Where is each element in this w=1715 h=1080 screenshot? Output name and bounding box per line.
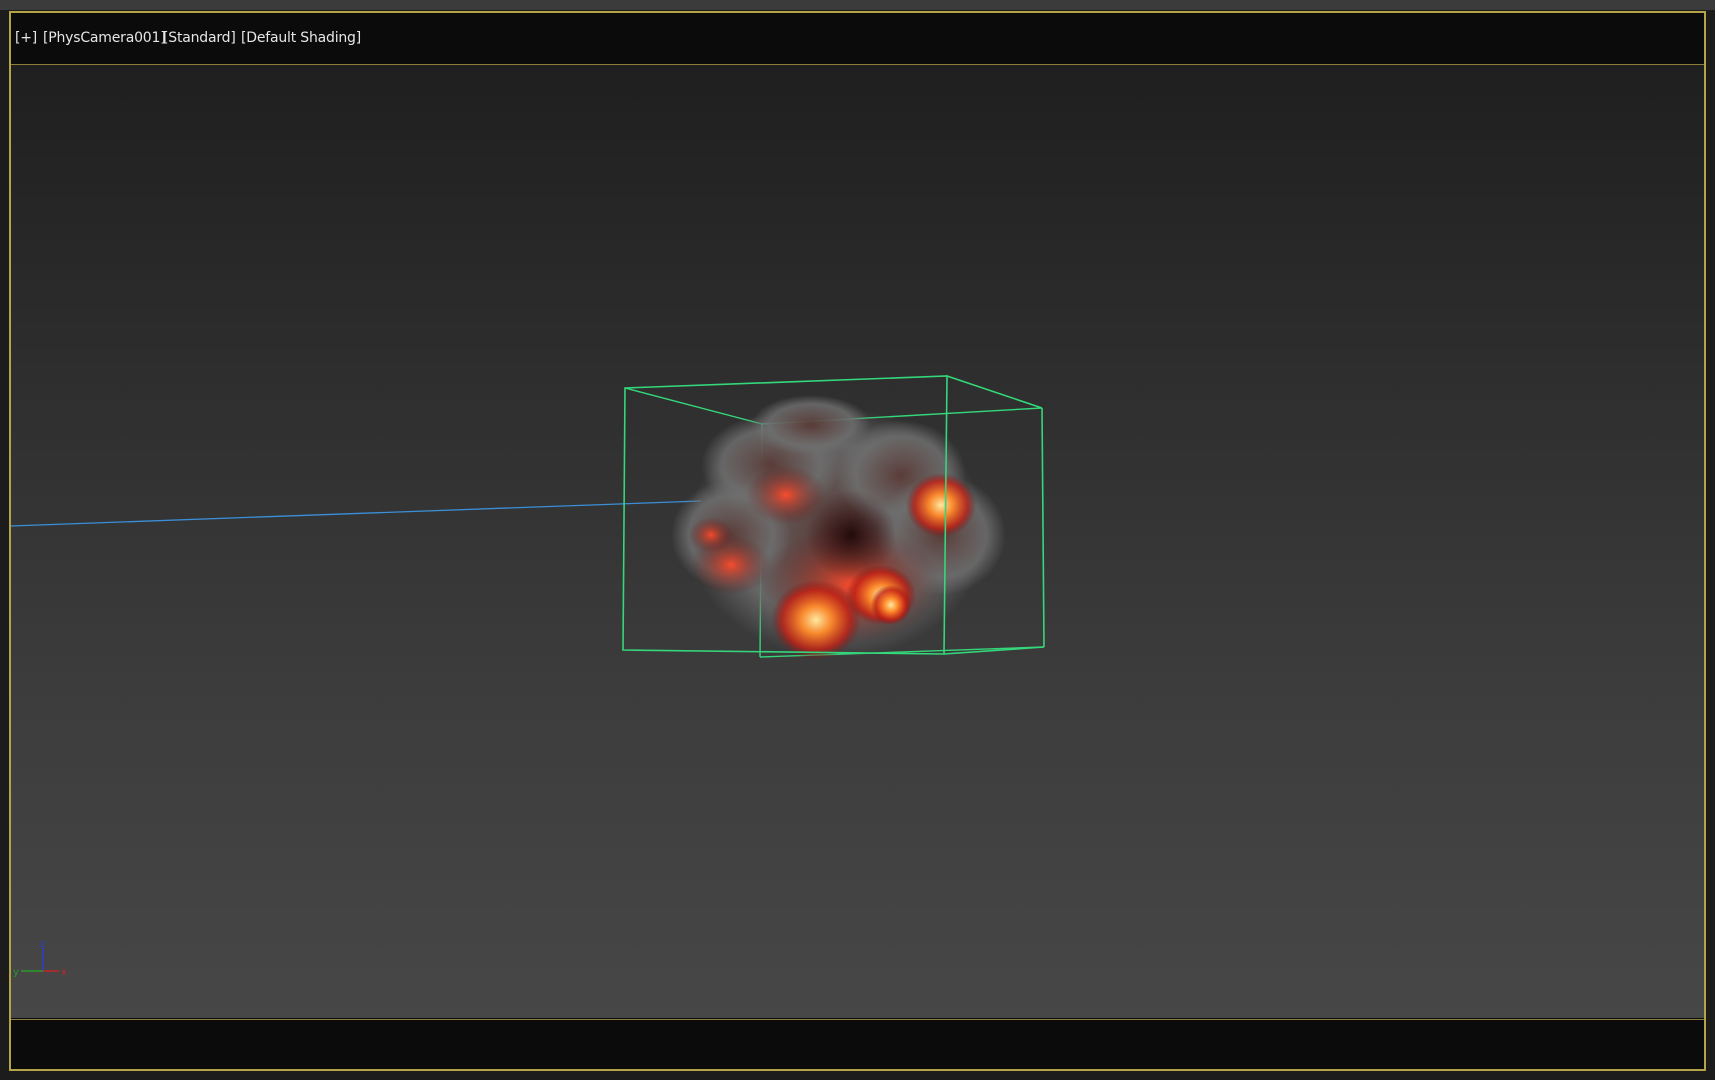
- scene-canvas: [11, 375, 1045, 660]
- axis-gizmo: z y x: [13, 939, 67, 978]
- viewport-menu-button[interactable]: [+]: [15, 30, 37, 46]
- viewport-scene[interactable]: [11, 65, 1704, 1018]
- x-axis-label: x: [61, 967, 67, 978]
- viewport-header: [+] [PhysCamera001] [Standard] [Default …: [11, 13, 1704, 65]
- camera-target-line: [11, 500, 702, 527]
- app-frame: [+] [PhysCamera001] [Standard] [Default …: [0, 0, 1715, 1080]
- viewport-camera-label[interactable]: [PhysCamera001]: [43, 30, 166, 46]
- viewport-active[interactable]: [+] [PhysCamera001] [Standard] [Default …: [9, 11, 1706, 1071]
- viewport-shading-label[interactable]: [Default Shading]: [241, 30, 361, 46]
- viewport-render-mode-label[interactable]: [Standard]: [163, 30, 236, 46]
- viewport-footer: [11, 1019, 1704, 1069]
- top-strip: [0, 0, 1715, 10]
- y-axis-label: y: [13, 967, 19, 978]
- z-axis-label: z: [40, 939, 45, 950]
- explosion-volume[interactable]: [671, 395, 1006, 660]
